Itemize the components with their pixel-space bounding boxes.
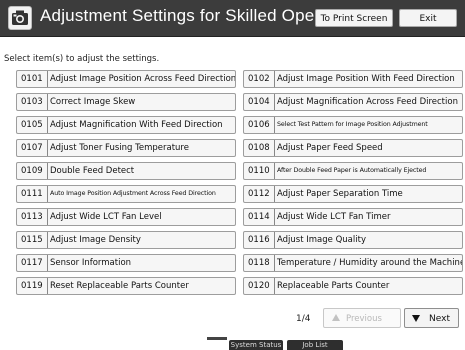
next-page-button[interactable]: Next	[404, 308, 459, 328]
item-label: Adjust Magnification Across Feed Directi…	[277, 97, 458, 107]
setting-item-0103[interactable]: 0103 Correct Image Skew	[16, 93, 236, 111]
setting-item-0115[interactable]: 0115 Adjust Image Density	[16, 231, 236, 249]
item-code: 0107	[21, 140, 48, 156]
setting-item-0101[interactable]: 0101 Adjust Image Position Across Feed D…	[16, 70, 236, 88]
item-code: 0119	[21, 278, 48, 294]
setting-item-0119[interactable]: 0119 Reset Replaceable Parts Counter	[16, 277, 236, 295]
item-label: Adjust Image Position Across Feed Direct…	[50, 74, 236, 84]
setting-item-0120[interactable]: 0120 Replaceable Parts Counter	[243, 277, 463, 295]
setting-item-0105[interactable]: 0105 Adjust Magnification With Feed Dire…	[16, 116, 236, 134]
item-label: After Double Feed Paper is Automatically…	[277, 167, 427, 174]
next-label: Next	[429, 314, 450, 324]
item-label: Temperature / Humidity around the Machin…	[277, 258, 463, 268]
system-status-tab[interactable]: System Status	[229, 340, 283, 350]
item-label: Adjust Image Position With Feed Directio…	[277, 74, 455, 84]
item-label: Adjust Paper Feed Speed	[277, 143, 383, 153]
item-code: 0101	[21, 71, 48, 87]
item-code: 0120	[248, 278, 275, 294]
operator-panel-icon	[8, 6, 32, 30]
item-code: 0108	[248, 140, 275, 156]
item-label: Auto Image Position Adjustment Across Fe…	[50, 190, 216, 197]
item-label: Replaceable Parts Counter	[277, 281, 390, 291]
item-label: Adjust Image Density	[50, 235, 141, 245]
item-label: Adjust Wide LCT Fan Level	[50, 212, 162, 222]
item-label: Adjust Paper Separation Time	[277, 189, 403, 199]
item-label: Adjust Image Quality	[277, 235, 366, 245]
status-bar: System Status Job List	[0, 337, 465, 350]
job-list-tab[interactable]: Job List	[287, 340, 343, 350]
setting-item-0114[interactable]: 0114 Adjust Wide LCT Fan Timer	[243, 208, 463, 226]
item-code: 0102	[248, 71, 275, 87]
setting-item-0117[interactable]: 0117 Sensor Information	[16, 254, 236, 272]
setting-item-0104[interactable]: 0104 Adjust Magnification Across Feed Di…	[243, 93, 463, 111]
setting-item-0109[interactable]: 0109 Double Feed Detect	[16, 162, 236, 180]
setting-item-0102[interactable]: 0102 Adjust Image Position With Feed Dir…	[243, 70, 463, 88]
page-title: Adjustment Settings for Skilled Operator…	[40, 6, 360, 25]
instruction-text: Select item(s) to adjust the settings.	[4, 54, 160, 64]
setting-item-0107[interactable]: 0107 Adjust Toner Fusing Temperature	[16, 139, 236, 157]
item-code: 0113	[21, 209, 48, 225]
item-label: Adjust Magnification With Feed Direction	[50, 120, 223, 130]
setting-item-0110[interactable]: 0110 After Double Feed Paper is Automati…	[243, 162, 463, 180]
print-screen-button[interactable]: To Print Screen	[315, 9, 393, 27]
item-code: 0106	[248, 117, 275, 133]
item-code: 0103	[21, 94, 48, 110]
triangle-down-icon	[412, 315, 420, 322]
item-code: 0111	[21, 186, 48, 202]
setting-item-0112[interactable]: 0112 Adjust Paper Separation Time	[243, 185, 463, 203]
item-label: Adjust Wide LCT Fan Timer	[277, 212, 391, 222]
item-label: Select Test Pattern for Image Position A…	[277, 121, 428, 128]
item-code: 0109	[21, 163, 48, 179]
item-code: 0112	[248, 186, 275, 202]
item-label: Double Feed Detect	[50, 166, 135, 176]
item-code: 0114	[248, 209, 275, 225]
item-code: 0110	[248, 163, 275, 179]
page-indicator: 1/4	[296, 314, 311, 324]
previous-page-button[interactable]: Previous	[323, 308, 401, 328]
title-bar: Adjustment Settings for Skilled Operator…	[0, 0, 465, 37]
item-label: Sensor Information	[50, 258, 132, 268]
setting-item-0113[interactable]: 0113 Adjust Wide LCT Fan Level	[16, 208, 236, 226]
exit-button[interactable]: Exit	[399, 9, 457, 27]
triangle-up-icon	[332, 314, 340, 321]
item-code: 0115	[21, 232, 48, 248]
item-label: Correct Image Skew	[50, 97, 136, 107]
item-code: 0104	[248, 94, 275, 110]
setting-item-0116[interactable]: 0116 Adjust Image Quality	[243, 231, 463, 249]
item-code: 0105	[21, 117, 48, 133]
status-indicator	[207, 337, 227, 340]
item-label: Reset Replaceable Parts Counter	[50, 281, 189, 291]
adjustment-settings-screen: Adjustment Settings for Skilled Operator…	[0, 0, 465, 350]
setting-item-0118[interactable]: 0118 Temperature / Humidity around the M…	[243, 254, 463, 272]
item-code: 0116	[248, 232, 275, 248]
item-code: 0118	[248, 255, 275, 271]
setting-item-0111[interactable]: 0111 Auto Image Position Adjustment Acro…	[16, 185, 236, 203]
previous-label: Previous	[346, 314, 382, 324]
setting-item-0108[interactable]: 0108 Adjust Paper Feed Speed	[243, 139, 463, 157]
item-label: Adjust Toner Fusing Temperature	[50, 143, 189, 153]
item-code: 0117	[21, 255, 48, 271]
setting-item-0106[interactable]: 0106 Select Test Pattern for Image Posit…	[243, 116, 463, 134]
